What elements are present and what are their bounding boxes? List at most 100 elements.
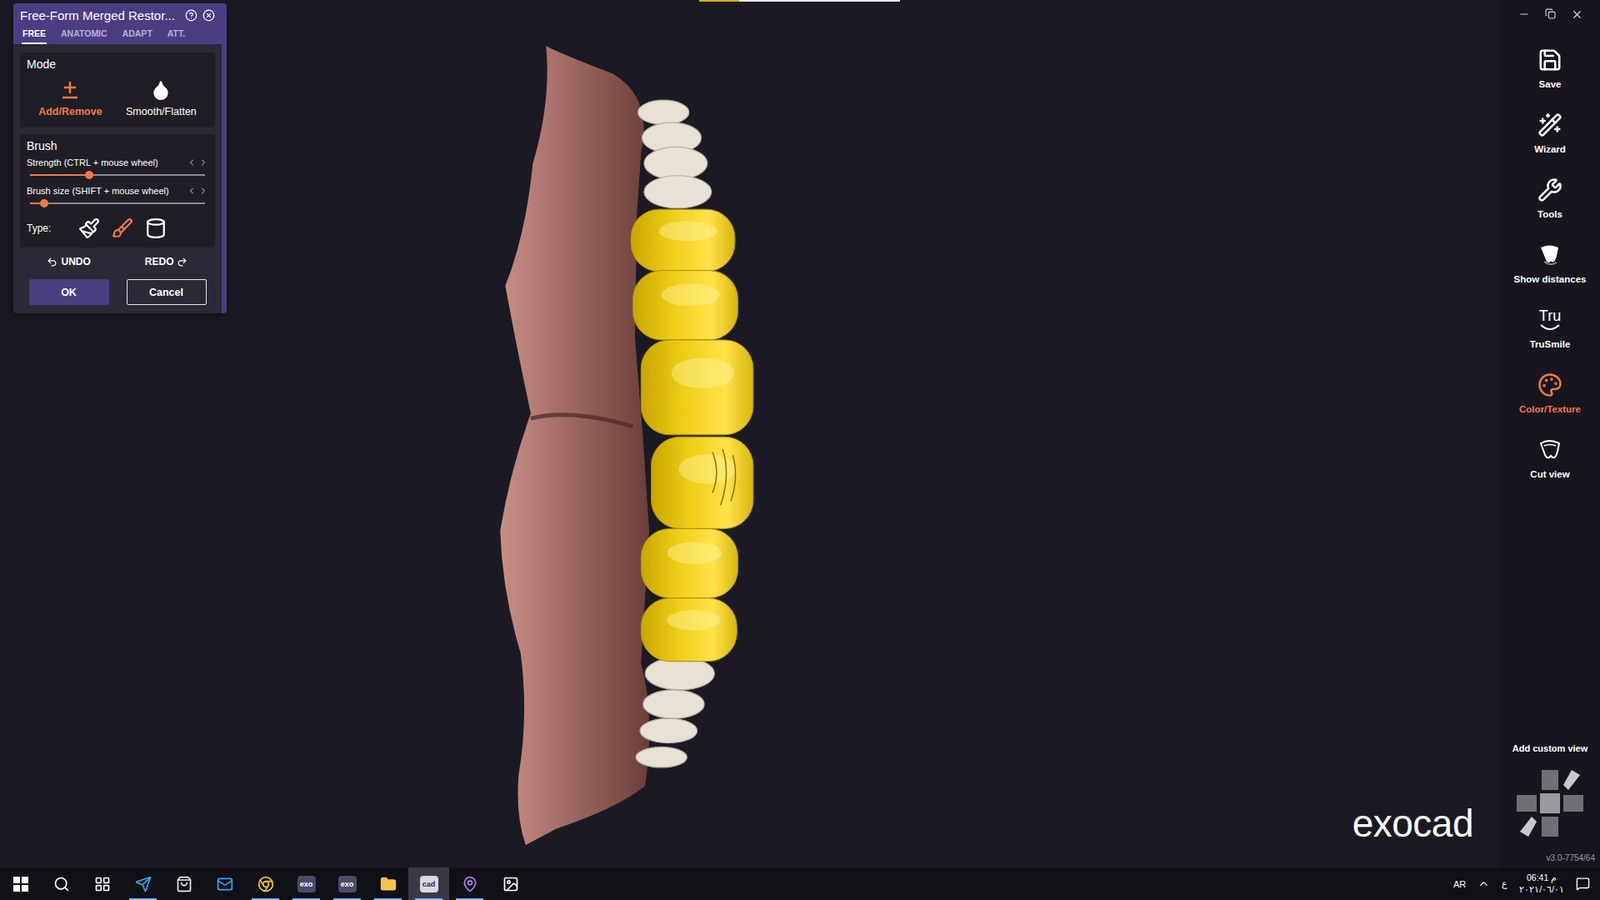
gum-tissue [500,45,650,845]
mode-row: Add/Remove Smooth/Flatten [26,75,209,121]
toolbar-item[interactable]: Show distances [1500,240,1600,306]
increase-icon[interactable] [198,157,209,168]
restoration-tooth[interactable] [630,209,735,272]
panel-title: Free-Form Merged Restor... [20,8,180,23]
taskbar-app[interactable] [81,867,123,900]
version-label: v3.0-7754/64 [1546,853,1600,863]
notifications-icon[interactable] [1575,876,1590,891]
running-indicator [333,898,361,900]
taskbar-app[interactable] [367,867,409,900]
minimize-icon[interactable] [1518,8,1530,20]
brush-type-button[interactable] [111,217,134,240]
redo-button[interactable]: REDO [145,255,189,268]
clock[interactable]: 06:41 م٢٠٢١/٠٦/٠١ [1519,872,1565,895]
decrease-icon[interactable] [186,185,197,196]
running-indicator [129,898,157,900]
mode-button[interactable]: Add/Remove [33,75,107,121]
tools-icon [1537,177,1563,203]
taskbar-app[interactable] [0,867,41,900]
natural-tooth [635,746,687,767]
redo-icon [176,256,188,268]
help-icon[interactable] [185,9,198,22]
natural-tooth [643,690,705,719]
toolbar-icon-box [1535,240,1565,270]
gum-fold [530,415,633,427]
restoration-tooth[interactable] [632,270,738,340]
taskbar-app[interactable]: cad [408,867,450,900]
ok-button[interactable]: OK [29,279,110,305]
taskbar-app[interactable] [490,867,531,900]
restoration-tooth[interactable] [650,436,753,529]
brush-type-button[interactable] [145,217,167,240]
panel-tab[interactable]: ANATOMIC [60,25,109,45]
slider-fill [30,174,90,176]
folder-icon [380,875,397,893]
taskbar: exoexo cad AR ع 06:41 م٢٠٢١/٠٦/٠١ [0,867,1600,900]
toolbar-item[interactable]: Wizard [1500,110,1600,176]
system-tray: AR ع 06:41 م٢٠٢١/٠٦/٠١ [1453,867,1600,900]
brush-section: BrushStrength (CTRL + mouse wheel)Brush … [20,134,215,248]
toolbar-label: Wizard [1534,144,1566,155]
toolbar-icon-box [1535,110,1565,140]
slider-arrows [186,185,209,196]
taskbar-app[interactable] [204,867,245,900]
flat-brush-icon [78,217,100,240]
mode-button[interactable]: Smooth/Flatten [120,75,202,121]
maps-icon [461,875,479,893]
restore-icon[interactable] [1545,8,1556,20]
exocad-logo: exocad [1352,800,1474,846]
brush-slider: Brush size (SHIFT + mouse wheel) [26,185,209,210]
slider-label-row: Brush size (SHIFT + mouse wheel) [26,185,209,196]
taskbar-app[interactable] [245,867,286,900]
viewport[interactable]: Free-Form Merged Restor... FREE ANATOMIC AD… [0,0,1500,868]
toolbar-item[interactable]: Tools [1500,175,1600,241]
restoration-tooth[interactable] [640,598,737,662]
panel-tabs: FREE ANATOMIC ADAPT ATT. [13,25,222,45]
taskbar-app[interactable] [163,867,205,900]
view-cube-icon[interactable] [1508,761,1592,845]
undo-button[interactable]: UNDO [46,255,90,268]
increase-icon[interactable] [198,185,209,196]
slider-track[interactable] [30,169,205,181]
toolbar-label: Save [1539,79,1562,90]
restoration-tooth[interactable] [640,528,738,598]
cancel-button[interactable]: Cancel [126,279,207,305]
taskbar-app[interactable]: exo [285,867,327,900]
free-form-panel: Free-Form Merged Restor... FREE ANATOMIC AD… [13,3,227,314]
tray-expand-icon[interactable] [1477,877,1490,890]
panel-tab[interactable]: ADAPT [121,25,154,45]
window-controls [1500,0,1600,34]
taskbar-app[interactable]: exo [326,867,368,900]
slider-knob[interactable] [85,170,94,180]
tool-list: Save Wizard ToolsShow distancesTruTruSmile… [1500,45,1600,501]
panel-title-row[interactable]: Free-Form Merged Restor... [13,3,222,26]
close-icon[interactable] [202,9,215,22]
keyboard-indicator[interactable]: ع [1501,878,1508,890]
toolbar-item[interactable]: Cut view [1500,435,1600,501]
right-toolbar: Save Wizard ToolsShow distancesTruTruSmile… [1500,0,1600,868]
toolbar-item[interactable]: TruTruSmile [1500,305,1600,371]
droplet-icon [150,79,172,101]
telegram-icon [135,875,152,893]
language-indicator[interactable]: AR [1453,879,1466,890]
slider-track[interactable] [30,197,205,210]
taskbar-app[interactable] [122,867,164,900]
toolbar-item[interactable]: Save [1500,45,1600,111]
decrease-icon[interactable] [186,157,197,168]
restoration-tooth[interactable] [640,340,754,435]
close-window-icon[interactable] [1570,8,1584,21]
panel-tab[interactable]: FREE [21,25,47,45]
round-brush-icon [111,217,134,240]
add-custom-view[interactable]: Add custom view [1512,743,1588,754]
taskbar-app[interactable] [40,867,82,900]
toolbar-item[interactable]: Color/Texture [1500,370,1600,436]
taskbar-app[interactable] [449,867,490,900]
jaw-model[interactable] [490,35,776,863]
mode-title: Mode [26,57,209,71]
panel-tab[interactable]: ATT. [166,25,186,45]
running-indicator [455,898,484,900]
brush-type-button[interactable] [78,217,100,240]
slider-knob[interactable] [40,199,49,208]
running-indicator [251,898,280,900]
redo-label: REDO [145,255,175,268]
